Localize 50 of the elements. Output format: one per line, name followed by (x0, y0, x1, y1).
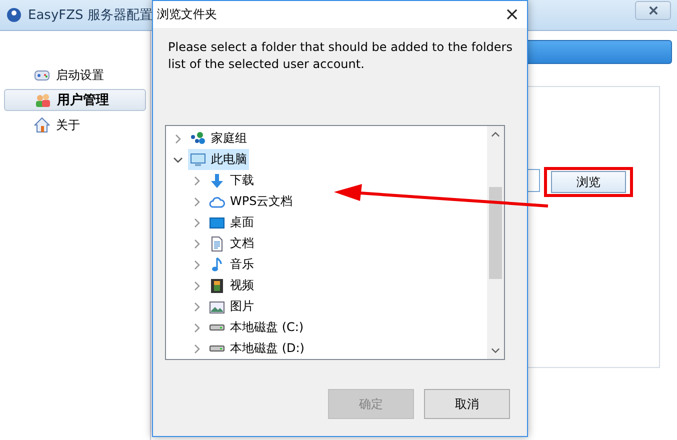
drive-icon (209, 324, 225, 331)
chevron-right-icon[interactable] (194, 176, 200, 186)
tree-item[interactable]: 桌面 (207, 212, 256, 233)
tree-item[interactable]: 文档 (207, 233, 256, 254)
scroll-up-icon[interactable] (491, 130, 500, 139)
chevron-right-icon[interactable] (194, 260, 200, 270)
close-button[interactable]: × (497, 1, 527, 28)
tree-item[interactable]: WPS云文档 (207, 191, 295, 212)
scroll-down-icon[interactable] (491, 346, 500, 355)
film-icon (209, 278, 225, 294)
sidebar-item[interactable]: 关于 (4, 115, 146, 135)
window-title: EasyFZS 服务器配置 (28, 7, 152, 24)
sidebar-item[interactable]: 用户管理 (4, 89, 146, 111)
chevron-right-icon[interactable] (194, 238, 200, 248)
chevron-down-icon[interactable] (173, 156, 183, 162)
chevron-right-icon[interactable] (194, 344, 200, 354)
close-button[interactable] (635, 0, 671, 20)
chevron-right-icon[interactable] (194, 280, 200, 290)
tree-item[interactable]: 家庭组 (188, 128, 249, 149)
app-logo-icon (6, 7, 22, 23)
dialog-button[interactable]: 取消 (424, 389, 510, 419)
scroll-thumb[interactable] (489, 187, 502, 279)
chevron-right-icon[interactable] (175, 134, 181, 144)
chevron-right-icon[interactable] (194, 218, 200, 228)
browse-button[interactable]: 浏览 (551, 171, 626, 193)
tree-item[interactable]: 图片 (207, 296, 256, 317)
chevron-right-icon[interactable] (194, 302, 200, 312)
tree-item[interactable]: 下载 (207, 170, 256, 191)
scrollbar[interactable] (487, 126, 504, 359)
monitor-icon (190, 152, 206, 168)
drive-icon (209, 345, 225, 352)
image-icon (209, 298, 225, 314)
tree-item[interactable]: 视频 (207, 275, 256, 296)
instruction-text: Please select a folder that should be added to the folders list of the selected user account. (168, 39, 514, 73)
tree-item[interactable]: 本地磁盘 (C:) (207, 317, 306, 338)
desktop-icon (209, 214, 225, 230)
chevron-right-icon[interactable] (194, 196, 200, 206)
music-note-icon (209, 256, 225, 272)
down-arrow-icon (209, 172, 225, 188)
tree-item[interactable]: 本地磁盘 (D:) (207, 338, 306, 359)
close-icon (648, 6, 658, 14)
tree-item[interactable]: 此电脑 (188, 149, 249, 170)
tree-item[interactable]: 音乐 (207, 254, 256, 275)
users-icon (35, 92, 51, 108)
homegroup-icon (190, 130, 206, 146)
dialog-title: 浏览文件夹 (157, 6, 218, 23)
document-icon (209, 236, 225, 252)
sidebar-item[interactable]: 启动设置 (4, 65, 146, 85)
chevron-right-icon[interactable] (194, 322, 200, 332)
house-icon (34, 117, 50, 133)
